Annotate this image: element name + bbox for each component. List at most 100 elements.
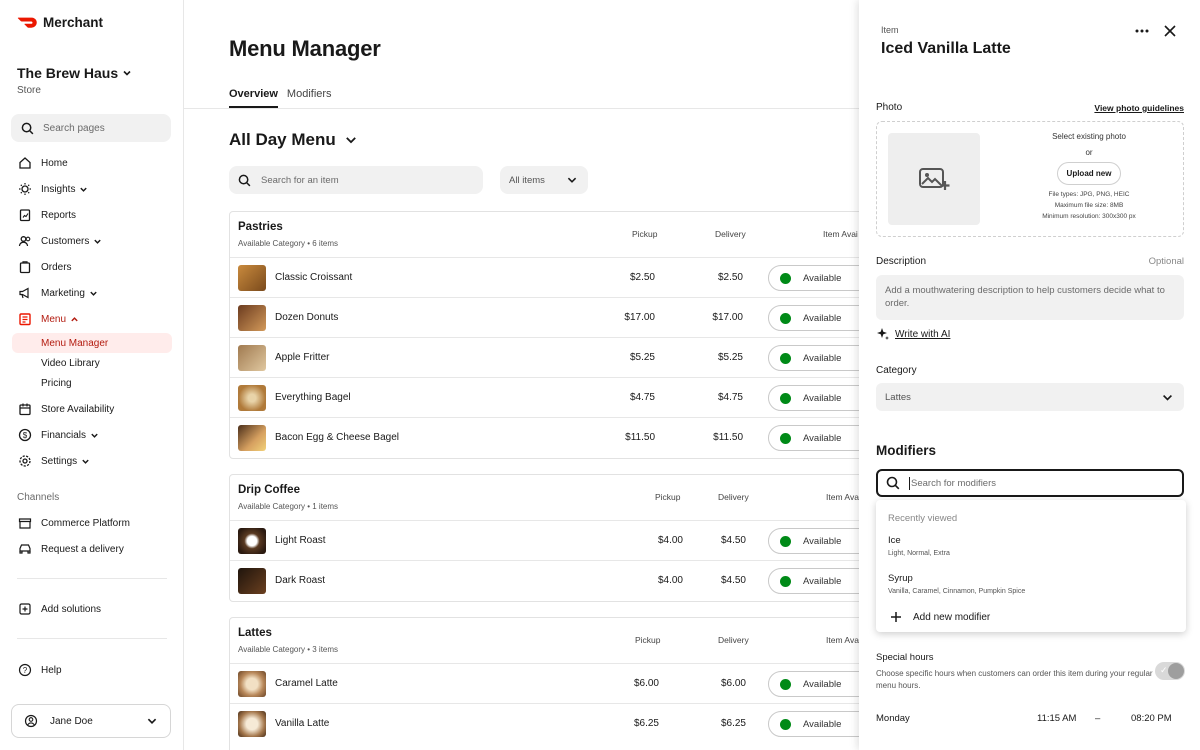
nav-label: Menu	[41, 313, 67, 325]
category-card: Pastries Available Category • 6 items Pi…	[229, 211, 859, 459]
table-row[interactable]: Light Roast $4.00 $4.50 Available	[230, 521, 859, 561]
subnav-pricing[interactable]: Pricing	[0, 373, 184, 393]
photo-options: Select existing photo or Upload new File…	[1022, 132, 1156, 222]
photo-upload-area[interactable]: Select existing photo or Upload new File…	[876, 121, 1184, 237]
availability-toggle[interactable]: Available	[768, 305, 859, 331]
pickup-price: $5.25	[629, 352, 655, 363]
user-menu[interactable]: Jane Doe	[11, 704, 171, 738]
channels-nav: Commerce Platform Request a delivery	[0, 510, 184, 562]
merchant-logo[interactable]: Merchant	[17, 15, 103, 30]
photo-guidelines-link[interactable]: View photo guidelines	[1094, 103, 1184, 113]
nav-marketing[interactable]: Marketing	[0, 280, 184, 306]
availability-toggle[interactable]: Available	[768, 528, 859, 554]
plus-icon	[891, 612, 901, 622]
write-with-ai-link[interactable]: Write with AI	[876, 327, 950, 341]
tab-modifiers[interactable]: Modifiers	[287, 88, 332, 108]
table-row[interactable]: Bacon Egg & Cheese Bagel $11.50 $11.50 A…	[230, 418, 859, 458]
nav-store-availability[interactable]: Store Availability	[0, 396, 184, 422]
photo-placeholder[interactable]	[888, 133, 980, 225]
availability-toggle[interactable]: Available	[768, 671, 859, 697]
search-icon	[886, 476, 900, 490]
nav-request-delivery[interactable]: Request a delivery	[0, 536, 184, 562]
toggle-knob	[1168, 663, 1184, 679]
day-label: Monday	[876, 713, 910, 724]
category-card: Drip Coffee Available Category • 1 items…	[229, 474, 859, 602]
pickup-price: $2.50	[629, 272, 655, 283]
availability-toggle[interactable]: Available	[768, 711, 859, 737]
more-horizontal-icon	[1135, 29, 1149, 33]
table-row[interactable]: Caramel Latte $6.00 $6.00 Available	[230, 664, 859, 704]
modifiers-heading: Modifiers	[876, 443, 937, 458]
close-button[interactable]	[1163, 24, 1177, 38]
subnav-menu-manager[interactable]: Menu Manager	[12, 333, 172, 353]
availability-toggle[interactable]: Available	[768, 265, 859, 291]
availability-toggle[interactable]: Available	[768, 425, 859, 451]
item-search-input[interactable]: Search for an item	[229, 166, 483, 194]
sparkle-icon	[877, 328, 889, 340]
item-filter-select[interactable]: All items	[500, 166, 588, 194]
chevron-down-icon	[1163, 394, 1172, 401]
availability-toggle[interactable]: Available	[768, 345, 859, 371]
select-existing-link[interactable]: Select existing photo	[1022, 132, 1156, 141]
category-name: Lattes	[238, 627, 272, 639]
file-types: File types: JPG, PNG, HEIC	[1048, 191, 1130, 198]
availability-toggle[interactable]: Available	[768, 385, 859, 411]
availability-label: Available	[803, 392, 842, 404]
more-options-button[interactable]	[1134, 26, 1150, 36]
max-file-size: Maximum file size: 8MB	[1054, 202, 1124, 209]
table-row[interactable]: Classic Croissant $2.50 $2.50 Available	[230, 258, 859, 298]
available-dot	[780, 575, 791, 587]
start-time[interactable]: 11:15 AM	[1037, 713, 1076, 724]
item-name: Bacon Egg & Cheese Bagel	[275, 432, 399, 443]
search-pages-input[interactable]: Search pages	[11, 114, 171, 142]
chevron-down-icon	[147, 718, 157, 724]
availability-toggle[interactable]: Available	[768, 568, 859, 594]
upload-new-button[interactable]: Upload new	[1056, 162, 1122, 185]
category-meta: Available Category • 1 items	[238, 502, 339, 511]
category-select[interactable]: Lattes	[876, 383, 1184, 411]
nav-financials[interactable]: $ Financials	[0, 422, 184, 448]
store-switcher[interactable]: The Brew Haus Store	[17, 65, 132, 96]
table-row[interactable]: Dark Roast $4.00 $4.50 Available	[230, 561, 859, 601]
nav-insights[interactable]: Insights	[0, 176, 184, 202]
nav-label: Commerce Platform	[41, 517, 130, 529]
nav-settings[interactable]: Settings	[0, 448, 184, 474]
tab-overview[interactable]: Overview	[229, 88, 278, 108]
menu-selector[interactable]: All Day Menu	[229, 130, 358, 150]
subnav-video-library[interactable]: Video Library	[0, 353, 184, 373]
nav-label: Help	[41, 664, 62, 676]
pickup-price: $6.00	[633, 678, 659, 689]
nav-commerce-platform[interactable]: Commerce Platform	[0, 510, 184, 536]
item-photo	[238, 528, 266, 554]
col-availability: Item Avai	[826, 492, 859, 502]
modifier-search-input[interactable]: Search for modifiers	[876, 469, 1184, 497]
end-time[interactable]: 08:20 PM	[1131, 713, 1172, 724]
modifier-search-placeholder: Search for modifiers	[911, 477, 997, 489]
add-new-modifier-button[interactable]: Add new modifier	[890, 611, 990, 623]
time-separator: –	[1095, 713, 1101, 724]
nav-menu[interactable]: Menu	[0, 306, 184, 332]
svg-text:?: ?	[22, 666, 27, 675]
table-row[interactable]: Apple Fritter $5.25 $5.25 Available	[230, 338, 859, 378]
item-photo	[238, 385, 266, 411]
gear-icon	[17, 454, 32, 469]
special-hours-toggle[interactable]: ✓	[1155, 662, 1185, 680]
lightbulb-icon	[17, 182, 32, 197]
modifier-option-syrup[interactable]: Syrup Vanilla, Caramel, Cinnamon, Pumpki…	[888, 573, 1025, 595]
nav-add-solutions[interactable]: Add solutions	[0, 596, 184, 622]
delivery-price: $11.50	[713, 432, 743, 443]
chevron-up-icon	[71, 316, 78, 321]
description-textarea[interactable]: Add a mouthwatering description to help …	[876, 275, 1184, 320]
col-availability: Item Avai	[823, 229, 858, 239]
nav-orders[interactable]: Orders	[0, 254, 184, 280]
nav-home[interactable]: Home	[0, 150, 184, 176]
modifier-option-ice[interactable]: Ice Light, Normal, Extra	[888, 535, 950, 557]
table-row[interactable]: Dozen Donuts $17.00 $17.00 Available	[230, 298, 859, 338]
nav-reports[interactable]: Reports	[0, 202, 184, 228]
table-row[interactable]: Vanilla Latte $6.25 $6.25 Available	[230, 704, 859, 744]
nav-customers[interactable]: Customers	[0, 228, 184, 254]
item-photo	[238, 671, 266, 697]
table-row[interactable]: Everything Bagel $4.75 $4.75 Available	[230, 378, 859, 418]
nav-help[interactable]: ? Help	[0, 657, 184, 683]
availability-label: Available	[803, 352, 842, 364]
